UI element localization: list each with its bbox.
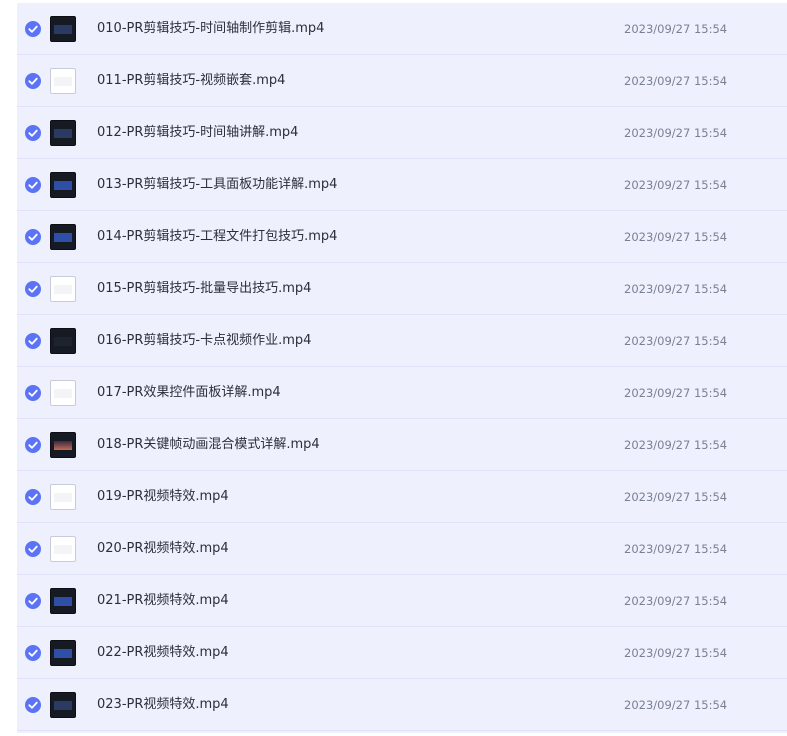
file-name[interactable]: 020-PR视频特效.mp4 bbox=[97, 540, 229, 558]
file-row[interactable]: 014-PR剪辑技巧-工程文件打包技巧.mp4 2023/09/27 15:54 bbox=[17, 211, 787, 263]
file-modified-date: 2023/09/27 15:54 bbox=[624, 74, 728, 88]
checkmark-icon[interactable] bbox=[25, 593, 41, 609]
file-name[interactable]: 015-PR剪辑技巧-批量导出技巧.mp4 bbox=[97, 280, 311, 298]
file-modified-date: 2023/09/27 15:54 bbox=[624, 646, 728, 660]
file-name[interactable]: 018-PR关键帧动画混合模式详解.mp4 bbox=[97, 436, 320, 454]
checkmark-icon[interactable] bbox=[25, 541, 41, 557]
file-row[interactable]: 018-PR关键帧动画混合模式详解.mp4 2023/09/27 15:54 bbox=[17, 419, 787, 471]
file-modified-date: 2023/09/27 15:54 bbox=[624, 386, 728, 400]
file-row[interactable]: 019-PR视频特效.mp4 2023/09/27 15:54 bbox=[17, 471, 787, 523]
video-thumbnail-icon bbox=[50, 640, 76, 666]
video-thumbnail-icon bbox=[50, 172, 76, 198]
video-thumbnail-icon bbox=[50, 120, 76, 146]
file-row[interactable]: 022-PR视频特效.mp4 2023/09/27 15:54 bbox=[17, 627, 787, 679]
file-name[interactable]: 014-PR剪辑技巧-工程文件打包技巧.mp4 bbox=[97, 228, 337, 246]
file-row[interactable]: 015-PR剪辑技巧-批量导出技巧.mp4 2023/09/27 15:54 bbox=[17, 263, 787, 315]
file-modified-date: 2023/09/27 15:54 bbox=[624, 230, 728, 244]
file-modified-date: 2023/09/27 15:54 bbox=[624, 178, 728, 192]
video-thumbnail-icon bbox=[50, 68, 76, 94]
checkmark-icon[interactable] bbox=[25, 697, 41, 713]
file-name[interactable]: 023-PR视频特效.mp4 bbox=[97, 696, 229, 714]
checkmark-icon[interactable] bbox=[25, 21, 41, 37]
checkmark-icon[interactable] bbox=[25, 229, 41, 245]
file-modified-date: 2023/09/27 15:54 bbox=[624, 594, 728, 608]
file-modified-date: 2023/09/27 15:54 bbox=[624, 698, 728, 712]
checkmark-icon[interactable] bbox=[25, 73, 41, 89]
checkmark-icon[interactable] bbox=[25, 437, 41, 453]
video-thumbnail-icon bbox=[50, 692, 76, 718]
file-name[interactable]: 022-PR视频特效.mp4 bbox=[97, 644, 229, 662]
checkmark-icon[interactable] bbox=[25, 645, 41, 661]
file-name[interactable]: 012-PR剪辑技巧-时间轴讲解.mp4 bbox=[97, 124, 298, 142]
checkmark-icon[interactable] bbox=[25, 489, 41, 505]
video-thumbnail-icon bbox=[50, 276, 76, 302]
video-thumbnail-icon bbox=[50, 536, 76, 562]
checkmark-icon[interactable] bbox=[25, 385, 41, 401]
file-modified-date: 2023/09/27 15:54 bbox=[624, 282, 728, 296]
file-modified-date: 2023/09/27 15:54 bbox=[624, 438, 728, 452]
file-modified-date: 2023/09/27 15:54 bbox=[624, 126, 728, 140]
file-name[interactable]: 013-PR剪辑技巧-工具面板功能详解.mp4 bbox=[97, 176, 337, 194]
checkmark-icon[interactable] bbox=[25, 125, 41, 141]
file-row[interactable]: 012-PR剪辑技巧-时间轴讲解.mp4 2023/09/27 15:54 bbox=[17, 107, 787, 159]
checkmark-icon[interactable] bbox=[25, 333, 41, 349]
video-thumbnail-icon bbox=[50, 432, 76, 458]
file-name[interactable]: 010-PR剪辑技巧-时间轴制作剪辑.mp4 bbox=[97, 20, 324, 38]
video-thumbnail-icon bbox=[50, 484, 76, 510]
file-row[interactable]: 013-PR剪辑技巧-工具面板功能详解.mp4 2023/09/27 15:54 bbox=[17, 159, 787, 211]
file-name[interactable]: 019-PR视频特效.mp4 bbox=[97, 488, 229, 506]
file-modified-date: 2023/09/27 15:54 bbox=[624, 334, 728, 348]
file-name[interactable]: 017-PR效果控件面板详解.mp4 bbox=[97, 384, 281, 402]
file-row[interactable]: 017-PR效果控件面板详解.mp4 2023/09/27 15:54 bbox=[17, 367, 787, 419]
file-name[interactable]: 011-PR剪辑技巧-视频嵌套.mp4 bbox=[97, 72, 285, 90]
file-row[interactable]: 010-PR剪辑技巧-时间轴制作剪辑.mp4 2023/09/27 15:54 bbox=[17, 3, 787, 55]
file-list: 010-PR剪辑技巧-时间轴制作剪辑.mp4 2023/09/27 15:54 01… bbox=[17, 3, 787, 733]
checkmark-icon[interactable] bbox=[25, 177, 41, 193]
file-name[interactable]: 021-PR视频特效.mp4 bbox=[97, 592, 229, 610]
file-row[interactable]: 011-PR剪辑技巧-视频嵌套.mp4 2023/09/27 15:54 bbox=[17, 55, 787, 107]
file-row[interactable]: 021-PR视频特效.mp4 2023/09/27 15:54 bbox=[17, 575, 787, 627]
file-name[interactable]: 016-PR剪辑技巧-卡点视频作业.mp4 bbox=[97, 332, 311, 350]
file-modified-date: 2023/09/27 15:54 bbox=[624, 22, 728, 36]
file-row[interactable]: 020-PR视频特效.mp4 2023/09/27 15:54 bbox=[17, 523, 787, 575]
video-thumbnail-icon bbox=[50, 16, 76, 42]
video-thumbnail-icon bbox=[50, 328, 76, 354]
video-thumbnail-icon bbox=[50, 588, 76, 614]
file-row[interactable]: 023-PR视频特效.mp4 2023/09/27 15:54 bbox=[17, 679, 787, 731]
checkmark-icon[interactable] bbox=[25, 281, 41, 297]
video-thumbnail-icon bbox=[50, 380, 76, 406]
file-row[interactable]: 016-PR剪辑技巧-卡点视频作业.mp4 2023/09/27 15:54 bbox=[17, 315, 787, 367]
file-modified-date: 2023/09/27 15:54 bbox=[624, 490, 728, 504]
video-thumbnail-icon bbox=[50, 224, 76, 250]
file-modified-date: 2023/09/27 15:54 bbox=[624, 542, 728, 556]
